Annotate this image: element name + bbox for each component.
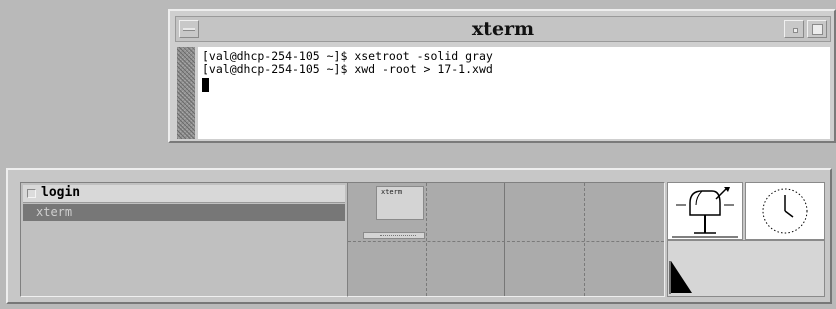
xterm-titlebar[interactable]: xterm	[175, 16, 831, 42]
pager-grid-line	[584, 183, 585, 296]
window-list-item-xterm[interactable]: xterm	[23, 204, 345, 221]
terminal-line: [val@dhcp-254-105 ~]$ xwd -root > 17-1.x…	[202, 62, 493, 76]
clock-icon	[745, 182, 825, 240]
minimize-button[interactable]	[784, 20, 804, 38]
text-cursor	[202, 78, 209, 92]
terminal-area[interactable]: [val@dhcp-254-105 ~]$ xsetroot -solid gr…	[198, 47, 830, 139]
window-list-header[interactable]: login	[23, 185, 345, 203]
mailbox-icon[interactable]	[667, 182, 743, 240]
desktop-panel: login xterm xterm	[6, 168, 832, 304]
xterm-window[interactable]: xterm [val@dhcp-254-105 ~]$ xsetroot -so…	[168, 9, 836, 143]
window-list: login xterm	[20, 182, 348, 297]
pager-window-label: xterm	[381, 188, 403, 196]
xterm-scrollbar[interactable]	[177, 47, 195, 139]
checkbox-icon[interactable]	[27, 189, 36, 198]
pager-grid-line	[348, 241, 664, 242]
window-title: xterm	[471, 18, 535, 40]
window-list-title: login	[41, 185, 81, 200]
pager-divider	[504, 183, 505, 296]
pager-window-xterm[interactable]: xterm	[376, 186, 424, 220]
load-meter-icon	[667, 240, 825, 297]
pager-window-titlebar[interactable]	[363, 232, 425, 239]
pager-grid-line	[426, 183, 427, 296]
desktop-pager[interactable]: xterm	[347, 182, 665, 297]
maximize-button[interactable]	[807, 20, 827, 38]
window-list-item-label: xterm	[36, 205, 73, 219]
